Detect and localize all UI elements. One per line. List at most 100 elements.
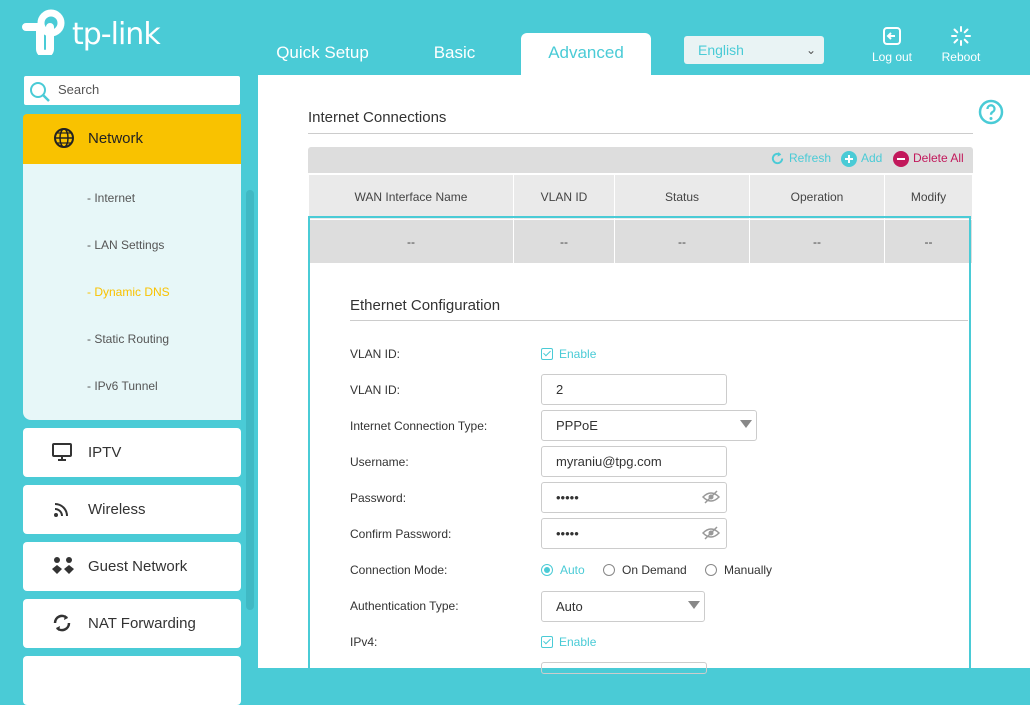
- confirm-password-label: Confirm Password:: [350, 527, 452, 541]
- username-value: myraniu@tpg.com: [556, 454, 662, 469]
- connection-type-label: Internet Connection Type:: [350, 419, 488, 433]
- ipv4-label: IPv4:: [350, 635, 378, 649]
- language-select[interactable]: English ⌄: [684, 36, 824, 64]
- refresh-button[interactable]: Refresh: [770, 151, 831, 166]
- reboot-label: Reboot: [941, 50, 981, 64]
- add-label: Add: [861, 151, 883, 166]
- column-header: VLAN ID: [513, 174, 615, 220]
- sidebar-item-network-label: Network: [88, 130, 144, 147]
- add-button[interactable]: Add: [841, 151, 882, 167]
- tp-link-mark-icon: [22, 9, 65, 58]
- nat-forwarding-icon: [53, 614, 71, 632]
- help-icon[interactable]: [978, 99, 1004, 125]
- reboot-button[interactable]: Reboot: [938, 26, 984, 64]
- next-field[interactable]: [541, 662, 707, 674]
- username-input[interactable]: myraniu@tpg.com: [541, 446, 727, 477]
- connection-mode-manually-label: Manually: [724, 563, 773, 577]
- sidebar-item-wireless[interactable]: Wireless: [23, 485, 241, 534]
- submenu-dynamic-dns[interactable]: - Dynamic DNS: [87, 285, 170, 299]
- refresh-label: Refresh: [789, 151, 832, 165]
- submenu-ipv6-tunnel[interactable]: - IPv6 Tunnel: [87, 379, 158, 393]
- monitor-icon: [52, 443, 72, 461]
- delete-all-label: Delete All: [913, 151, 964, 166]
- chevron-down-icon: ⌄: [805, 43, 816, 57]
- connection-type-select[interactable]: PPPoE: [541, 410, 757, 441]
- reboot-icon: [951, 26, 971, 46]
- logout-label: Log out: [871, 50, 913, 64]
- radio-icon: [603, 564, 615, 576]
- search-placeholder: Search: [58, 82, 100, 97]
- connection-mode-label: Connection Mode:: [350, 563, 448, 577]
- dropdown-arrow-icon: [740, 420, 752, 428]
- ipv4-enable-checkbox[interactable]: Enable: [541, 635, 596, 649]
- connection-mode-auto[interactable]: Auto: [541, 563, 585, 577]
- section-title: Internet Connections: [308, 109, 447, 126]
- vlan-id-value: 2: [556, 382, 564, 397]
- eye-hidden-icon[interactable]: [702, 489, 720, 505]
- connection-type-value: PPPoE: [556, 418, 598, 433]
- logo-text: tp-link: [72, 17, 161, 52]
- delete-icon: [893, 151, 909, 167]
- sidebar-item-guest-network-label: Guest Network: [88, 558, 188, 575]
- username-label: Username:: [350, 455, 409, 469]
- radio-selected-icon: [541, 564, 553, 576]
- submenu-static-routing[interactable]: - Static Routing: [87, 332, 169, 346]
- auth-type-select[interactable]: Auto: [541, 591, 705, 622]
- sidebar-item-nat-forwarding-label: NAT Forwarding: [88, 615, 196, 632]
- globe-icon: [54, 128, 74, 148]
- radio-icon: [705, 564, 717, 576]
- sidebar-scrollbar[interactable]: [246, 190, 254, 610]
- column-header: Status: [614, 174, 750, 220]
- password-value: •••••: [556, 490, 579, 505]
- sidebar-item-next[interactable]: [23, 656, 241, 705]
- tab-basic[interactable]: Basic: [392, 33, 517, 75]
- submenu-lan-settings[interactable]: - LAN Settings: [87, 238, 164, 252]
- ethernet-config-title: Ethernet Configuration: [350, 297, 501, 314]
- connection-mode-on-demand[interactable]: On Demand: [603, 563, 687, 577]
- vlan-enable-checkbox[interactable]: Enable: [541, 347, 596, 361]
- table-header-row: WAN Interface Name VLAN ID Status Operat…: [308, 174, 973, 220]
- table-toolbar: Refresh Add Delete All: [308, 147, 973, 173]
- search-icon: [30, 82, 50, 102]
- dropdown-arrow-icon: [688, 601, 700, 609]
- tp-link-logo: tp-link: [22, 9, 162, 58]
- column-header: Modify: [884, 174, 973, 220]
- eye-hidden-icon[interactable]: [702, 525, 720, 541]
- auth-type-value: Auto: [556, 599, 583, 614]
- sidebar-item-guest-network[interactable]: Guest Network: [23, 542, 241, 591]
- network-submenu: - Internet - LAN Settings - Dynamic DNS …: [23, 164, 241, 420]
- search-input[interactable]: Search: [24, 76, 240, 105]
- sidebar-item-network[interactable]: Network: [23, 114, 241, 164]
- password-input[interactable]: •••••: [541, 482, 727, 513]
- submenu-internet[interactable]: - Internet: [87, 191, 135, 205]
- sidebar-item-iptv-label: IPTV: [88, 444, 122, 461]
- confirm-password-value: •••••: [556, 526, 579, 541]
- tab-advanced[interactable]: Advanced: [521, 33, 651, 75]
- add-icon: [841, 151, 857, 167]
- divider: [350, 320, 968, 321]
- confirm-password-input[interactable]: •••••: [541, 518, 727, 549]
- wifi-icon: [54, 503, 68, 517]
- delete-all-button[interactable]: Delete All: [893, 151, 964, 167]
- vlan-id-input[interactable]: 2: [541, 374, 727, 405]
- vlan-id-label: VLAN ID:: [350, 383, 401, 397]
- checkbox-checked-icon: [541, 348, 553, 360]
- checkbox-checked-icon: [541, 636, 553, 648]
- sidebar-item-nat-forwarding[interactable]: NAT Forwarding: [23, 599, 241, 648]
- ipv4-enable-text: Enable: [559, 635, 597, 649]
- logout-icon: [883, 27, 901, 45]
- language-value: English: [698, 42, 744, 58]
- auth-type-label: Authentication Type:: [350, 599, 459, 613]
- connection-mode-manually[interactable]: Manually: [705, 563, 772, 577]
- password-label: Password:: [350, 491, 407, 505]
- divider: [308, 133, 973, 134]
- sidebar-item-wireless-label: Wireless: [88, 501, 146, 518]
- guest-network-icon: [52, 557, 74, 574]
- column-header: WAN Interface Name: [308, 174, 514, 220]
- connection-mode-on-demand-label: On Demand: [622, 563, 687, 577]
- column-header: Operation: [749, 174, 885, 220]
- tab-quick-setup[interactable]: Quick Setup: [260, 33, 385, 75]
- sidebar-item-iptv[interactable]: IPTV: [23, 428, 241, 477]
- refresh-icon: [771, 152, 784, 165]
- logout-button[interactable]: Log out: [868, 26, 916, 64]
